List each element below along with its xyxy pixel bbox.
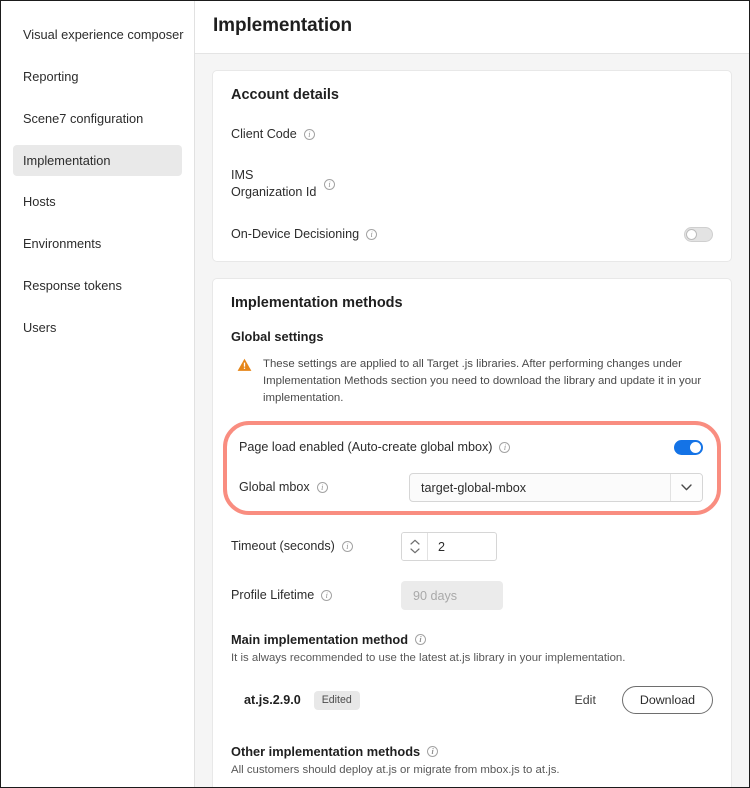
info-icon[interactable]: i — [427, 746, 439, 758]
sidebar-item-label: Users — [23, 319, 57, 335]
global-mbox-highlight-region: Page load enabled (Auto-create global mb… — [223, 421, 721, 516]
main-implementation-method-title: Main implementation method — [231, 632, 409, 648]
on-device-decisioning-label: On-Device Decisioning i — [231, 226, 684, 243]
account-details-card: Account details Client Code i IMS Organi… — [212, 70, 732, 262]
edit-button[interactable]: Edit — [575, 693, 596, 707]
info-icon[interactable]: i — [415, 634, 427, 646]
global-mbox-selected-value: target-global-mbox — [421, 480, 526, 495]
sidebar-item-hosts[interactable]: Hosts — [13, 186, 182, 217]
info-icon[interactable]: i — [324, 178, 335, 190]
sidebar-item-response-tokens[interactable]: Response tokens — [13, 270, 182, 301]
client-code-row: Client Code i — [231, 121, 713, 147]
profile-lifetime-label-text: Profile Lifetime — [231, 588, 315, 603]
sidebar-item-label: Scene7 configuration — [23, 110, 144, 126]
other-implementation-methods-heading: Other implementation methods i — [231, 744, 713, 759]
global-mbox-row: Global mbox i target-global-mbox — [239, 473, 703, 503]
stepper-buttons[interactable] — [402, 533, 428, 561]
page-load-enabled-row: Page load enabled (Auto-create global mb… — [239, 434, 703, 460]
implementation-methods-card: Implementation methods Global settings T… — [212, 278, 732, 787]
page-load-enabled-label-text: Page load enabled (Auto-create global mb… — [239, 439, 493, 454]
chevron-down-icon[interactable] — [670, 474, 702, 502]
info-icon[interactable]: i — [303, 128, 315, 140]
ims-org-label-text: IMS Organization Id — [231, 168, 317, 199]
implementation-methods-title: Implementation methods — [231, 295, 403, 311]
sidebar-item-users[interactable]: Users — [13, 312, 182, 343]
timeout-stepper[interactable]: 2 — [401, 532, 497, 562]
page-load-enabled-label: Page load enabled (Auto-create global mb… — [239, 439, 674, 456]
sidebar-item-implementation[interactable]: Implementation — [13, 144, 182, 176]
info-icon[interactable]: i — [321, 590, 333, 602]
global-mbox-select[interactable]: target-global-mbox — [409, 473, 703, 503]
warning-text: These settings are applied to all Target… — [263, 358, 702, 405]
page-header: Implementation — [195, 1, 749, 54]
global-settings-warning: These settings are applied to all Target… — [231, 356, 713, 407]
table-row: at.js.2.9.0 Edited Edit Download — [231, 686, 713, 715]
stepper-down-icon — [409, 548, 420, 554]
info-icon[interactable]: i — [316, 482, 328, 494]
sidebar-item-label: Environments — [23, 236, 102, 252]
sidebar-item-label: Response tokens — [23, 278, 122, 294]
account-details-title: Account details — [231, 87, 339, 103]
main-implementation-method-description: It is always recommended to use the late… — [231, 652, 626, 665]
global-mbox-label: Global mbox i — [239, 479, 409, 496]
on-device-decisioning-row: On-Device Decisioning i — [231, 221, 713, 247]
profile-lifetime-label: Profile Lifetime i — [231, 587, 401, 604]
ims-org-label: IMS Organization Id i — [231, 167, 401, 201]
timeout-row: Timeout (seconds) i 2 — [231, 532, 713, 562]
global-mbox-label-text: Global mbox — [239, 480, 310, 495]
sidebar-item-label: Implementation — [23, 152, 111, 168]
stepper-up-icon — [409, 540, 420, 545]
other-implementation-methods-title: Other implementation methods — [231, 744, 421, 760]
page-content: Account details Client Code i IMS Organi… — [195, 54, 749, 787]
sidebar-item-label: Reporting — [23, 68, 79, 84]
main-implementation-method-heading: Main implementation method i — [231, 632, 713, 647]
on-device-decisioning-toggle[interactable] — [684, 226, 713, 242]
implementation-settings-window: Visual experience composer Reporting Sce… — [0, 0, 750, 788]
client-code-label: Client Code i — [231, 126, 401, 143]
info-icon[interactable]: i — [499, 441, 511, 453]
main-implementation-method-block: Main implementation method i It is alway… — [231, 632, 713, 715]
on-device-decisioning-label-text: On-Device Decisioning — [231, 226, 360, 241]
download-button[interactable]: Download — [621, 686, 713, 715]
other-implementation-methods-description: All customers should deploy at.js or mig… — [231, 764, 560, 777]
sidebar-item-environments[interactable]: Environments — [13, 228, 182, 259]
profile-lifetime-row: Profile Lifetime i 90 days — [231, 581, 713, 611]
info-icon[interactable]: i — [341, 541, 353, 553]
warning-triangle-icon — [237, 358, 252, 377]
page-load-enabled-toggle[interactable] — [674, 439, 703, 455]
status-badge: Edited — [313, 690, 360, 710]
sidebar-item-visual-experience-composer[interactable]: Visual experience composer — [13, 19, 184, 50]
toggle-knob — [690, 441, 701, 453]
timeout-input[interactable]: 2 — [428, 533, 496, 560]
toggle-knob — [686, 228, 697, 240]
timeout-label-text: Timeout (seconds) — [231, 539, 335, 554]
other-implementation-methods-block: Other implementation methods i All custo… — [231, 744, 713, 787]
sidebar-item-reporting[interactable]: Reporting — [13, 61, 182, 92]
sidebar-item-label: Visual experience composer — [23, 27, 184, 42]
timeout-label: Timeout (seconds) i — [231, 538, 401, 555]
client-code-label-text: Client Code — [231, 126, 297, 141]
global-settings-title: Global settings — [231, 329, 324, 344]
sidebar-item-scene7-configuration[interactable]: Scene7 configuration — [13, 103, 182, 134]
library-version: at.js.2.9.0 — [244, 693, 301, 708]
ims-org-row: IMS Organization Id i — [231, 167, 713, 201]
settings-sidebar: Visual experience composer Reporting Sce… — [1, 1, 195, 787]
sidebar-item-label: Hosts — [23, 194, 56, 210]
profile-lifetime-field: 90 days — [401, 581, 503, 611]
info-icon[interactable]: i — [366, 228, 378, 240]
main-pane: Implementation Account details Client Co… — [195, 1, 749, 787]
page-title: Implementation — [213, 15, 353, 36]
